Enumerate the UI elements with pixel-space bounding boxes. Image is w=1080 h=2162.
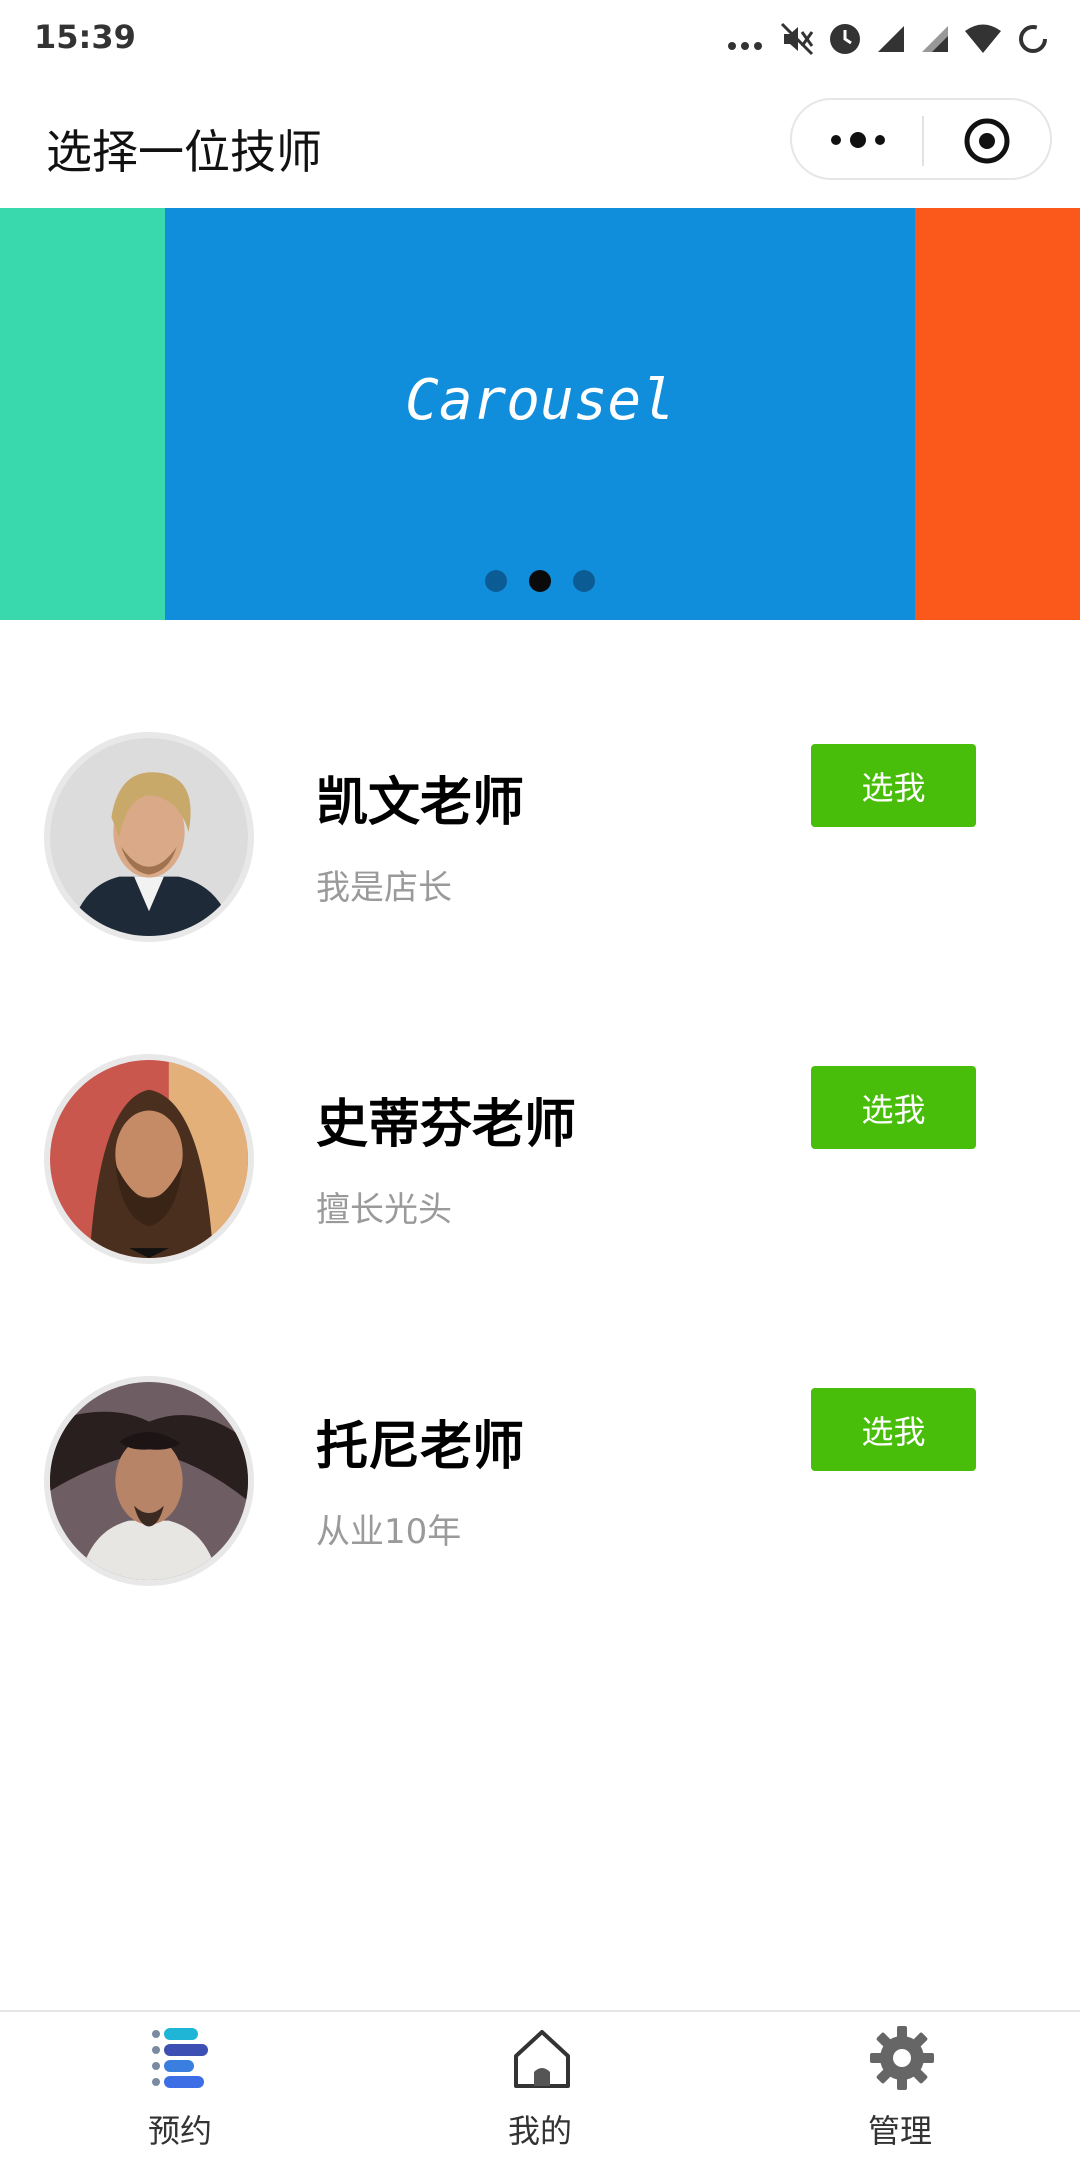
technician-description: 擅长光头 [316, 1190, 452, 1230]
close-target-icon[interactable] [962, 116, 1012, 166]
carousel-slide-next[interactable] [915, 208, 1080, 620]
battery-loading-icon [1019, 25, 1047, 53]
status-icons [726, 18, 1050, 60]
tab-mine[interactable]: 我的 [440, 2012, 640, 2162]
technician-item: 托尼老师 从业10年 选我 [0, 1376, 1080, 1626]
carousel-indicators [165, 570, 915, 592]
avatar-photo [50, 1060, 248, 1258]
technician-name: 凯文老师 [316, 773, 525, 833]
technician-description: 从业10年 [316, 1512, 462, 1552]
select-technician-button[interactable]: 选我 [811, 1066, 976, 1149]
tab-label: 预约 [147, 2112, 212, 2150]
status-time: 15:39 [34, 18, 136, 56]
technician-description: 我是店长 [316, 868, 452, 908]
technician-name: 史蒂芬老师 [316, 1095, 577, 1155]
page-title: 选择一位技师 [46, 125, 322, 179]
tab-label: 管理 [867, 2112, 932, 2150]
tab-reserve[interactable]: 预约 [80, 2012, 280, 2162]
carousel[interactable]: Carousel [0, 208, 1080, 620]
home-icon [514, 2030, 570, 2088]
capsule-divider [922, 116, 924, 166]
select-technician-button[interactable]: 选我 [811, 1388, 976, 1471]
carousel-dot[interactable] [573, 570, 595, 592]
more-dots-icon [728, 42, 762, 50]
gear-icon [870, 2026, 934, 2090]
tab-label: 我的 [507, 2112, 572, 2150]
avatar [44, 732, 254, 942]
tab-manage[interactable]: 管理 [800, 2012, 1000, 2162]
list-icon [152, 2028, 208, 2088]
carousel-slide-current[interactable]: Carousel [165, 208, 915, 620]
mini-program-capsule [790, 98, 1052, 180]
carousel-slide-previous[interactable] [0, 208, 165, 620]
technician-name: 托尼老师 [316, 1417, 525, 1477]
technician-item: 史蒂芬老师 擅长光头 选我 [0, 1054, 1080, 1304]
avatar-photo [50, 738, 248, 936]
status-bar: 15:39 [0, 0, 1080, 78]
more-icon[interactable] [822, 122, 894, 158]
signal-icon [878, 26, 904, 52]
avatar [44, 1054, 254, 1264]
carousel-label: Carousel [405, 368, 675, 433]
carousel-dot[interactable] [485, 570, 507, 592]
wifi-icon [965, 24, 1001, 53]
tab-bar: 预约 我的 管理 [0, 2010, 1080, 2160]
signal-icon [922, 26, 948, 52]
avatar-photo [50, 1382, 248, 1580]
mute-icon [780, 22, 814, 56]
alarm-icon [830, 24, 860, 54]
technician-item: 凯文老师 我是店长 选我 [0, 732, 1080, 982]
nav-bar: 选择一位技师 [0, 78, 1080, 208]
avatar [44, 1376, 254, 1586]
select-technician-button[interactable]: 选我 [811, 744, 976, 827]
carousel-dot-active[interactable] [529, 570, 551, 592]
